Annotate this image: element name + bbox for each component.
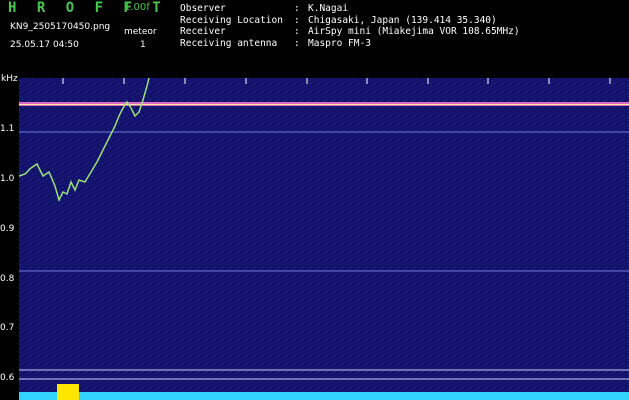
y-tick-label: 0.8 [0,274,15,284]
y-tick-label: 1.0 [0,174,15,184]
info-key: Receiving antenna [180,37,278,49]
y-tick-label: 0.9 [0,224,15,234]
info-value: Chigasaki, Japan (139.414 35.340) [308,14,497,26]
spectrogram [19,78,629,400]
info-key: Observer [180,3,226,14]
info-value: Maspro FM-3 [308,37,371,49]
meteor-label: meteor [124,27,157,37]
station-info: Observer: K.Nagai Receiving Location: Ch… [180,3,520,49]
info-key: Receiver [180,26,226,37]
file-name: KN9_2505170450.png [10,22,111,32]
info-row-antenna: Receiving antenna: Maspro FM-3 [180,37,371,49]
header-panel: H R O F F T 1.00f KN9_2505170450.png met… [0,0,629,72]
info-row-location: Receiving Location: Chigasaki, Japan (13… [180,14,497,26]
info-key: Receiving Location [180,14,283,26]
info-row-observer: Observer: K.Nagai [180,3,349,14]
spectrogram-background [19,78,629,400]
app-version: 1.00f [124,2,150,13]
meteor-marker [57,384,79,400]
y-axis-unit: kHz [1,74,18,84]
meteor-count: 1 [140,40,146,50]
signal-level-bar [19,392,629,400]
spectrogram-canvas [19,78,629,400]
info-value: K.Nagai [308,3,349,14]
info-row-receiver: Receiver: AirSpy mini (Miakejima VOR 108… [180,26,520,37]
y-tick-label: 1.1 [0,124,15,134]
y-tick-label: 0.7 [0,323,15,333]
info-value: AirSpy mini (Miakejima VOR 108.65MHz) [308,26,520,37]
y-tick-label: 0.6 [0,373,15,383]
capture-datetime: 25.05.17 04:50 [10,40,79,50]
